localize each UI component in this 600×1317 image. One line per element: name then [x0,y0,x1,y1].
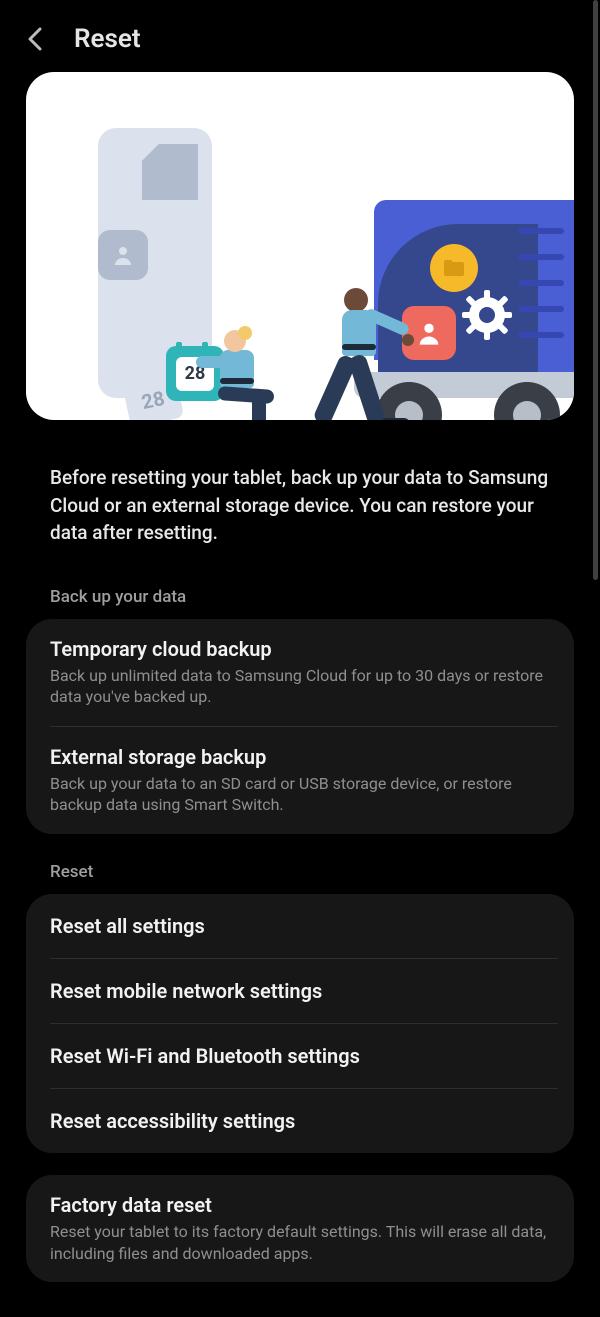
factory-reset-group: Factory data reset Reset your tablet to … [26,1175,574,1282]
folder-icon [430,244,478,292]
external-storage-backup-item[interactable]: External storage backup Back up your dat… [50,726,558,834]
scrollbar[interactable] [593,0,598,580]
reset-all-settings-item[interactable]: Reset all settings [26,894,574,958]
calendar-icon: 28 [166,346,224,401]
reset-wifi-bluetooth-item[interactable]: Reset Wi-Fi and Bluetooth settings [50,1023,558,1088]
item-desc: Reset your tablet to its factory default… [50,1221,550,1264]
intro-text: Before resetting your tablet, back up yo… [0,440,600,559]
item-desc: Back up your data to an SD card or USB s… [50,773,534,816]
item-title: Reset Wi-Fi and Bluetooth settings [50,1044,534,1068]
back-icon[interactable] [22,25,50,53]
reset-group: Reset all settings Reset mobile network … [26,894,574,1153]
contacts-crate-icon [402,306,456,360]
gear-icon [462,290,512,344]
section-label-backup: Back up your data [0,559,600,619]
truck-door [538,200,574,376]
page-title: Reset [74,24,141,54]
item-title: Reset mobile network settings [50,979,534,1003]
item-title: External storage backup [50,745,534,769]
section-label-reset: Reset [0,834,600,894]
factory-data-reset-item[interactable]: Factory data reset Reset your tablet to … [26,1175,574,1282]
page-header: Reset [0,0,600,72]
item-title: Temporary cloud backup [50,637,550,661]
item-title: Reset all settings [50,914,550,938]
backup-group: Temporary cloud backup Back up unlimited… [26,619,574,834]
reset-mobile-network-item[interactable]: Reset mobile network settings [50,958,558,1023]
person-walking-illustration [344,288,376,356]
temporary-cloud-backup-item[interactable]: Temporary cloud backup Back up unlimited… [26,619,574,726]
person-kneeling-illustration [224,330,254,388]
illustration-card: 28 28 [26,72,574,420]
sd-card-icon [142,144,198,200]
item-title: Reset accessibility settings [50,1109,534,1133]
item-title: Factory data reset [50,1193,550,1217]
reset-accessibility-item[interactable]: Reset accessibility settings [50,1088,558,1153]
contact-icon [98,230,148,280]
item-desc: Back up unlimited data to Samsung Cloud … [50,665,550,708]
